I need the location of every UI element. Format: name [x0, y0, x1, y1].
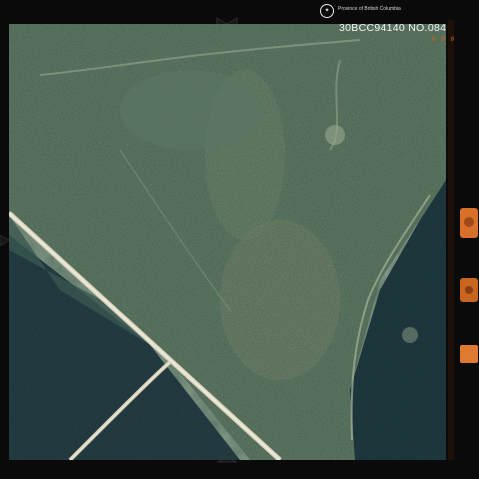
edge-code-label: 0 0 0 — [432, 36, 456, 43]
agency-label: Province of British Columbia — [338, 6, 401, 12]
province-seal-icon: ✦ — [320, 4, 334, 18]
aerial-photo — [0, 0, 479, 479]
photo-header: ✦ Province of British Columbia — [320, 2, 445, 20]
terrain — [9, 24, 446, 460]
aerial-photo-frame: ✦ Province of British Columbia 30BCC9414… — [0, 0, 479, 479]
frame-id-label: 30BCC94140 NO.084 — [339, 22, 447, 34]
